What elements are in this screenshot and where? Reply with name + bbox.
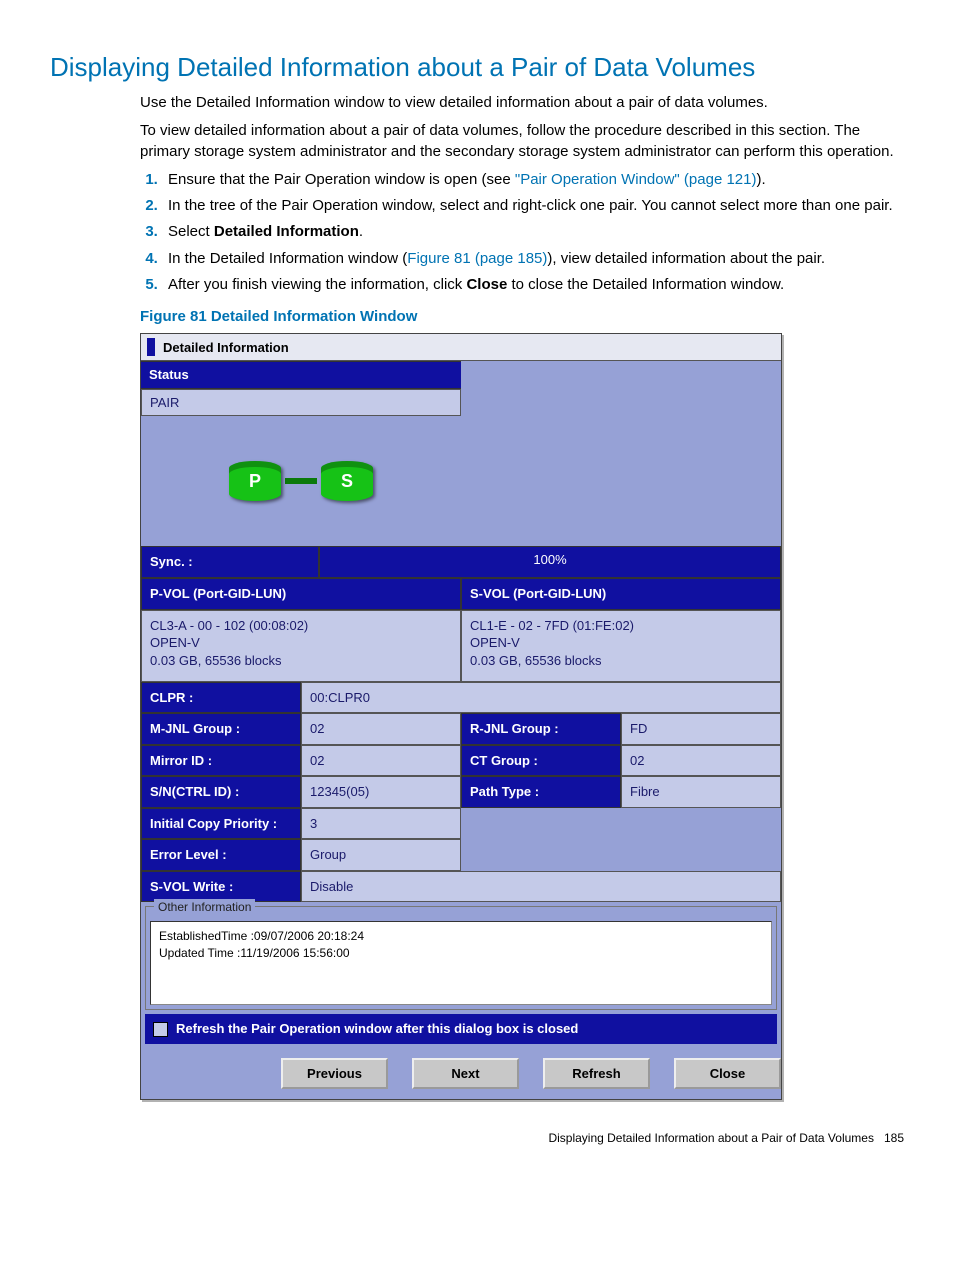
window-titlebar: Detailed Information bbox=[141, 334, 781, 361]
svol-line1: CL1-E - 02 - 7FD (01:FE:02) bbox=[470, 617, 772, 635]
step-5-text-a: After you finish viewing the information… bbox=[168, 276, 466, 293]
svol-write-value: Disable bbox=[301, 871, 781, 903]
initial-copy-priority-label: Initial Copy Priority : bbox=[141, 808, 301, 840]
clpr-value: 00:CLPR0 bbox=[301, 682, 781, 714]
next-button[interactable]: Next bbox=[412, 1058, 519, 1090]
steps-list: Ensure that the Pair Operation window is… bbox=[140, 170, 904, 295]
step-3-bold: Detailed Information bbox=[214, 223, 359, 240]
step-5: After you finish viewing the information… bbox=[162, 275, 904, 295]
figure-caption: Figure 81 Detailed Information Window bbox=[140, 307, 904, 327]
s-vol-icon: S bbox=[321, 461, 373, 501]
refresh-checkbox-row[interactable]: Refresh the Pair Operation window after … bbox=[145, 1014, 777, 1044]
connection-icon bbox=[285, 478, 317, 484]
svol-line3: 0.03 GB, 65536 blocks bbox=[470, 652, 772, 670]
step-4: In the Detailed Information window (Figu… bbox=[162, 249, 904, 269]
sn-label: S/N(CTRL ID) : bbox=[141, 776, 301, 808]
button-row: Previous Next Refresh Close bbox=[141, 1050, 781, 1100]
step-3-text-a: Select bbox=[168, 223, 214, 240]
clpr-label: CLPR : bbox=[141, 682, 301, 714]
path-type-value: Fibre bbox=[621, 776, 781, 808]
intro-paragraph-2: To view detailed information about a pai… bbox=[140, 121, 904, 162]
other-information-group: Other Information EstablishedTime :09/07… bbox=[145, 906, 777, 1010]
footer-text: Displaying Detailed Information about a … bbox=[548, 1131, 874, 1145]
status-header: Status bbox=[141, 361, 461, 389]
pair-operation-window-link[interactable]: "Pair Operation Window" (page 121) bbox=[515, 171, 757, 188]
sn-value: 12345(05) bbox=[301, 776, 461, 808]
pvol-line1: CL3-A - 00 - 102 (00:08:02) bbox=[150, 617, 452, 635]
figure-81-link[interactable]: Figure 81 (page 185) bbox=[407, 250, 547, 267]
title-strip-icon bbox=[147, 338, 155, 356]
mjnl-value: 02 bbox=[301, 713, 461, 745]
step-3: Select Detailed Information. bbox=[162, 222, 904, 242]
step-1: Ensure that the Pair Operation window is… bbox=[162, 170, 904, 190]
step-5-text-c: to close the Detailed Information window… bbox=[507, 276, 784, 293]
error-level-value: Group bbox=[301, 839, 461, 871]
rjnl-label: R-JNL Group : bbox=[461, 713, 621, 745]
section-heading: Displaying Detailed Information about a … bbox=[50, 50, 904, 85]
path-type-label: Path Type : bbox=[461, 776, 621, 808]
refresh-checkbox[interactable] bbox=[153, 1022, 168, 1037]
footer-page-number: 185 bbox=[884, 1131, 904, 1145]
step-4-text-a: In the Detailed Information window ( bbox=[168, 250, 407, 267]
previous-button[interactable]: Previous bbox=[281, 1058, 388, 1090]
svol-line2: OPEN-V bbox=[470, 634, 772, 652]
error-level-label: Error Level : bbox=[141, 839, 301, 871]
window-title: Detailed Information bbox=[163, 339, 289, 357]
sync-value: 100% bbox=[319, 546, 781, 578]
ct-group-value: 02 bbox=[621, 745, 781, 777]
other-information-text: EstablishedTime :09/07/2006 20:18:24 Upd… bbox=[150, 921, 772, 1005]
updated-time: Updated Time :11/19/2006 15:56:00 bbox=[159, 945, 763, 961]
close-button[interactable]: Close bbox=[674, 1058, 781, 1090]
sync-label: Sync. : bbox=[141, 546, 319, 578]
pvol-details: CL3-A - 00 - 102 (00:08:02) OPEN-V 0.03 … bbox=[141, 610, 461, 682]
svol-write-label: S-VOL Write : bbox=[141, 871, 301, 903]
pvol-line2: OPEN-V bbox=[150, 634, 452, 652]
svol-details: CL1-E - 02 - 7FD (01:FE:02) OPEN-V 0.03 … bbox=[461, 610, 781, 682]
mirror-id-value: 02 bbox=[301, 745, 461, 777]
pvol-line3: 0.03 GB, 65536 blocks bbox=[150, 652, 452, 670]
established-time: EstablishedTime :09/07/2006 20:18:24 bbox=[159, 928, 763, 944]
pair-diagram: P S bbox=[141, 416, 461, 546]
p-vol-icon: P bbox=[229, 461, 281, 501]
svol-header: S-VOL (Port-GID-LUN) bbox=[461, 578, 781, 610]
detailed-information-window: Detailed Information Status PAIR P S Syn… bbox=[140, 333, 782, 1100]
step-4-text-b: ), view detailed information about the p… bbox=[547, 250, 825, 267]
refresh-checkbox-label: Refresh the Pair Operation window after … bbox=[176, 1020, 578, 1038]
mjnl-label: M-JNL Group : bbox=[141, 713, 301, 745]
refresh-button[interactable]: Refresh bbox=[543, 1058, 650, 1090]
status-value: PAIR bbox=[141, 389, 461, 417]
rjnl-value: FD bbox=[621, 713, 781, 745]
ct-group-label: CT Group : bbox=[461, 745, 621, 777]
mirror-id-label: Mirror ID : bbox=[141, 745, 301, 777]
page-footer: Displaying Detailed Information about a … bbox=[50, 1130, 904, 1146]
step-2: In the tree of the Pair Operation window… bbox=[162, 196, 904, 216]
initial-copy-priority-value: 3 bbox=[301, 808, 461, 840]
step-3-text-c: . bbox=[359, 223, 363, 240]
pvol-header: P-VOL (Port-GID-LUN) bbox=[141, 578, 461, 610]
intro-paragraph-1: Use the Detailed Information window to v… bbox=[140, 93, 904, 113]
step-1-text-a: Ensure that the Pair Operation window is… bbox=[168, 171, 515, 188]
step-1-text-b: ). bbox=[756, 171, 765, 188]
step-5-bold: Close bbox=[466, 276, 507, 293]
other-information-legend: Other Information bbox=[154, 899, 255, 915]
